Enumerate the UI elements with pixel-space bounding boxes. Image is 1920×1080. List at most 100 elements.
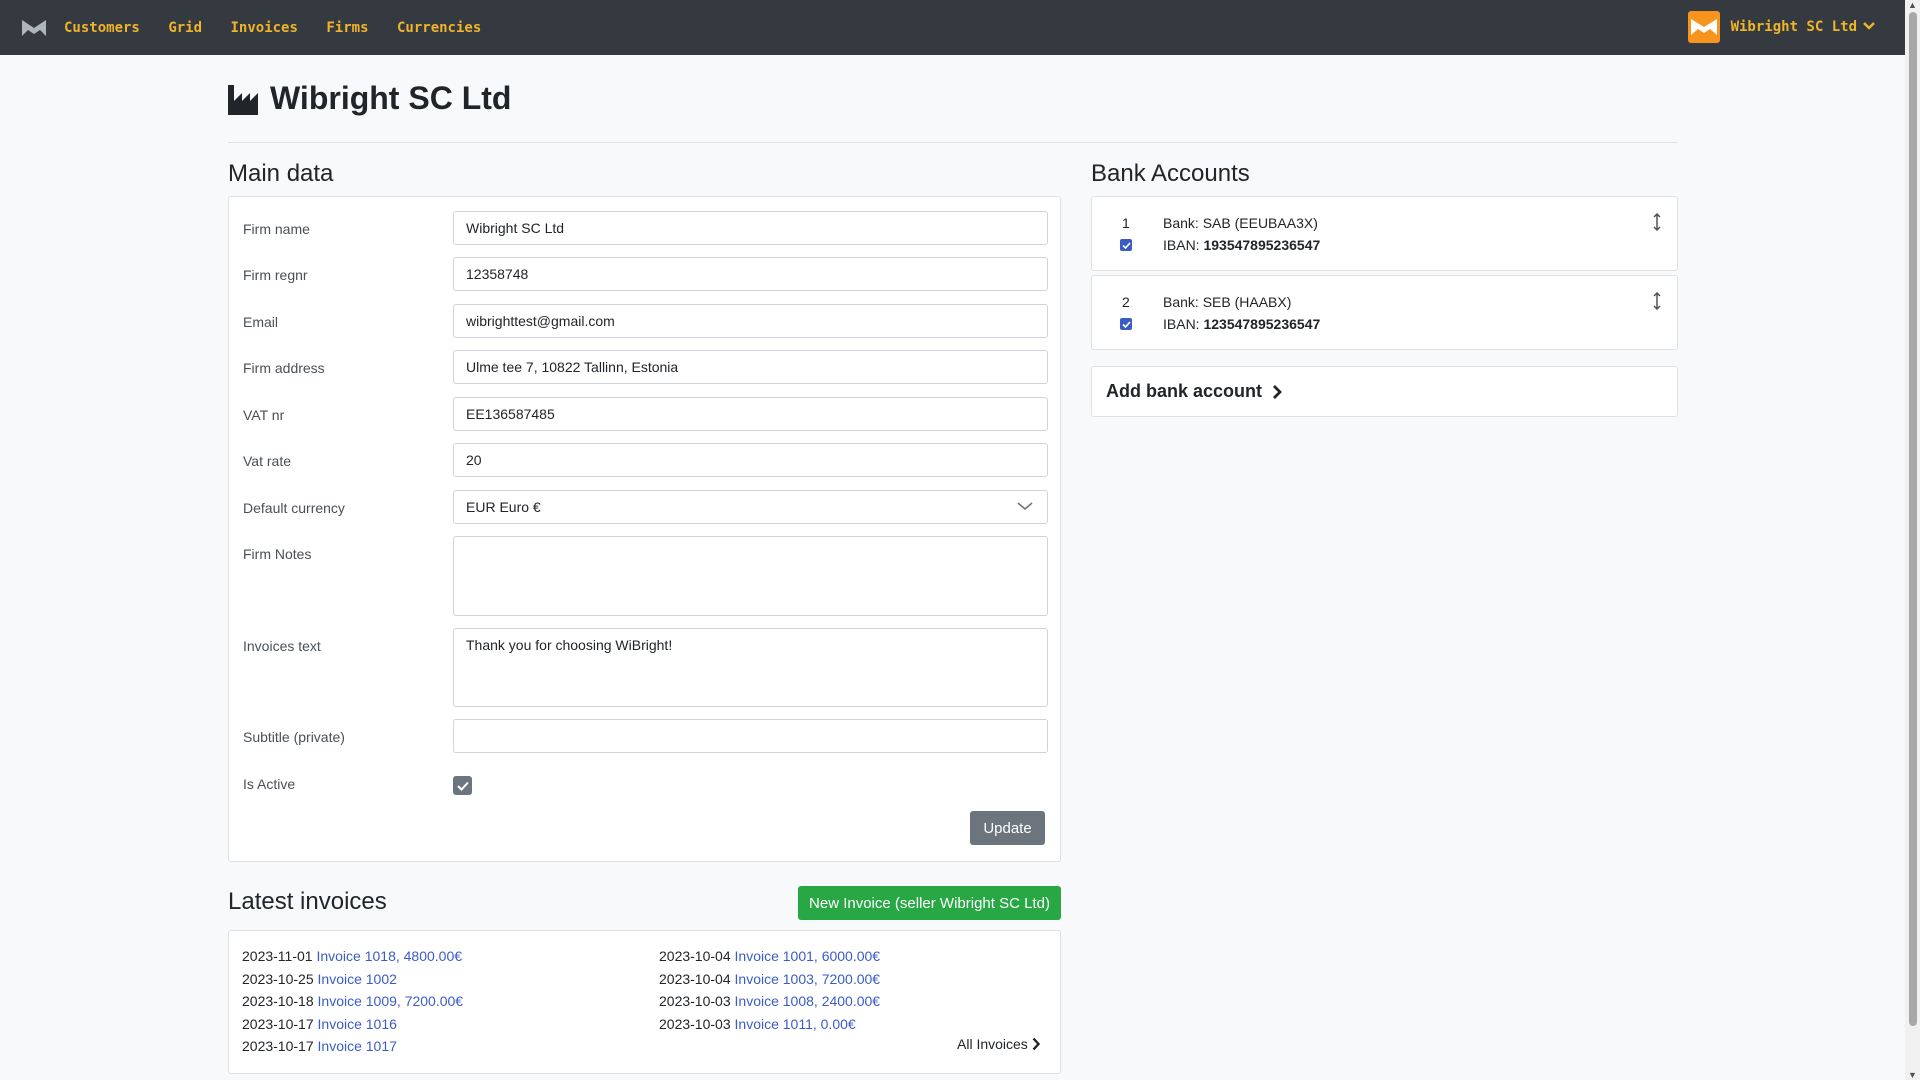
bank-iban-text: IBAN: 193547895236547 — [1163, 237, 1321, 253]
firm-name-input[interactable] — [453, 211, 1048, 245]
add-bank-account-label: Add bank account — [1106, 381, 1263, 401]
firm-notes-textarea[interactable] — [453, 536, 1048, 616]
invoice-row: 2023-10-03 Invoice 1008, 2400.00€ — [659, 993, 881, 1009]
scrollbar-thumb[interactable] — [1909, 12, 1917, 1026]
is-active-label: Is Active — [243, 776, 296, 792]
default-currency-row: Default currency EUR Euro € — [243, 490, 1063, 526]
invoice-link[interactable]: Invoice 1003, 7200.00€ — [735, 971, 881, 987]
email-input[interactable] — [453, 304, 1048, 338]
brand-name: Wibright SC Ltd — [1730, 19, 1857, 35]
vat-rate-row: Vat rate — [243, 443, 1063, 479]
invoice-link[interactable]: Invoice 1009, 7200.00€ — [318, 993, 464, 1009]
bank-name-text: Bank: SEB (HAABX) — [1163, 294, 1292, 310]
bank-account-number: 2 — [1122, 294, 1130, 310]
main-nav: Customers Grid Invoices Firms Currencies — [64, 19, 505, 37]
update-button[interactable]: Update — [970, 811, 1045, 845]
is-active-row: Is Active — [243, 776, 1063, 812]
default-currency-value: EUR Euro € — [466, 499, 541, 515]
new-invoice-button[interactable]: New Invoice (seller Wibright SC Ltd) — [798, 886, 1061, 920]
invoice-list-left: 2023-11-01 Invoice 1018, 4800.00€ 2023-1… — [242, 945, 463, 1058]
invoice-row: 2023-10-18 Invoice 1009, 7200.00€ — [242, 993, 464, 1009]
check-icon — [1121, 241, 1131, 249]
main-data-card: Firm name Firm regnr Email Firm address … — [228, 196, 1061, 862]
nav-firms[interactable]: Firms — [326, 20, 368, 36]
drag-handle-icon[interactable] — [1653, 292, 1661, 310]
bank-account-checkbox[interactable] — [1120, 239, 1132, 251]
invoices-text-textarea[interactable]: Thank you for choosing WiBright! — [453, 628, 1048, 707]
invoice-link[interactable]: Invoice 1011, 0.00€ — [735, 1016, 856, 1032]
page-title: Wibright SC Ltd — [228, 80, 511, 117]
vat-rate-input[interactable] — [453, 443, 1048, 477]
invoice-row: 2023-10-03 Invoice 1011, 0.00€ — [659, 1015, 856, 1032]
page-scrollbar[interactable]: ▲ ▼ — [1905, 0, 1920, 1080]
chevron-down-icon — [1863, 20, 1875, 34]
default-currency-label: Default currency — [243, 500, 345, 516]
brand-logo-icon — [1687, 11, 1720, 43]
invoices-text-label: Invoices text — [243, 638, 321, 654]
firm-name-row: Firm name — [243, 211, 1063, 247]
invoice-row: 2023-10-04 Invoice 1003, 7200.00€ — [659, 970, 881, 987]
nav-invoices[interactable]: Invoices — [230, 20, 297, 36]
vat-nr-input[interactable] — [453, 397, 1048, 431]
bank-name-text: Bank: SAB (EEUBAA3X) — [1163, 215, 1318, 231]
nav-customers[interactable]: Customers — [64, 20, 140, 36]
bank-account-card: 1 Bank: SAB (EEUBAA3X) IBAN: 19354789523… — [1091, 196, 1678, 271]
subtitle-label: Subtitle (private) — [243, 729, 345, 745]
bank-account-checkbox[interactable] — [1120, 318, 1132, 330]
latest-invoices-heading: Latest invoices — [228, 888, 387, 915]
nav-grid[interactable]: Grid — [168, 20, 202, 36]
invoice-link[interactable]: Invoice 1017 — [318, 1038, 397, 1054]
all-invoices-link[interactable]: All Invoices — [957, 1036, 1040, 1052]
add-bank-account-button[interactable]: Add bank account — [1091, 366, 1678, 417]
nav-currencies[interactable]: Currencies — [397, 20, 481, 36]
scroll-down-arrow-icon[interactable]: ▼ — [1908, 1070, 1917, 1080]
subtitle-input[interactable] — [453, 719, 1048, 753]
firm-regnr-input[interactable] — [453, 257, 1048, 291]
invoice-link[interactable]: Invoice 1008, 2400.00€ — [735, 993, 881, 1009]
firm-address-row: Firm address — [243, 350, 1063, 386]
is-active-checkbox[interactable] — [453, 776, 472, 795]
invoice-row: 2023-10-17 Invoice 1017 — [242, 1038, 397, 1054]
invoice-link[interactable]: Invoice 1002 — [318, 971, 397, 987]
bank-account-card: 2 Bank: SEB (HAABX) IBAN: 12354789523654… — [1091, 275, 1678, 350]
invoice-link[interactable]: Invoice 1001, 6000.00€ — [735, 948, 881, 964]
all-invoices-label: All Invoices — [957, 1036, 1028, 1052]
top-navbar: Customers Grid Invoices Firms Currencies… — [0, 0, 1905, 55]
chevron-down-icon — [1017, 502, 1033, 511]
bank-accounts-heading: Bank Accounts — [1091, 160, 1250, 187]
email-label: Email — [243, 314, 279, 330]
firm-regnr-label: Firm regnr — [243, 267, 308, 283]
firm-regnr-row: Firm regnr — [243, 257, 1063, 293]
invoice-link[interactable]: Invoice 1018, 4800.00€ — [316, 948, 462, 964]
bank-account-number: 1 — [1122, 215, 1130, 231]
firm-address-input[interactable] — [453, 350, 1048, 384]
title-divider — [228, 142, 1678, 143]
check-icon — [456, 781, 469, 791]
invoice-list-right: 2023-10-04 Invoice 1001, 6000.00€ 2023-1… — [659, 945, 880, 1035]
firm-notes-label: Firm Notes — [243, 546, 312, 562]
invoices-text-row: Invoices text Thank you for choosing WiB… — [243, 628, 1063, 708]
factory-icon — [228, 84, 258, 115]
scroll-up-arrow-icon[interactable]: ▲ — [1908, 0, 1917, 10]
chevron-right-icon — [1032, 1037, 1040, 1051]
page-title-text: Wibright SC Ltd — [270, 80, 512, 116]
bank-iban-text: IBAN: 123547895236547 — [1163, 316, 1321, 332]
drag-handle-icon[interactable] — [1653, 213, 1661, 231]
invoice-link[interactable]: Invoice 1016 — [318, 1016, 397, 1032]
invoice-row: 2023-10-17 Invoice 1016 — [242, 1015, 397, 1032]
firm-switcher-dropdown[interactable]: Wibright SC Ltd — [1687, 11, 1875, 43]
invoice-row: 2023-10-04 Invoice 1001, 6000.00€ — [659, 948, 881, 964]
vat-rate-label: Vat rate — [243, 453, 291, 469]
check-icon — [1121, 320, 1131, 328]
email-row: Email — [243, 304, 1063, 340]
default-currency-select[interactable]: EUR Euro € — [453, 490, 1048, 524]
invoice-row: 2023-10-25 Invoice 1002 — [242, 970, 397, 987]
invoice-row: 2023-11-01 Invoice 1018, 4800.00€ — [242, 948, 463, 964]
vat-nr-label: VAT nr — [243, 407, 285, 423]
firm-address-label: Firm address — [243, 360, 325, 376]
app-logo-icon[interactable] — [22, 19, 46, 36]
main-data-heading: Main data — [228, 160, 334, 187]
vat-nr-row: VAT nr — [243, 397, 1063, 433]
firm-name-label: Firm name — [243, 221, 310, 237]
chevron-right-icon — [1273, 384, 1282, 399]
